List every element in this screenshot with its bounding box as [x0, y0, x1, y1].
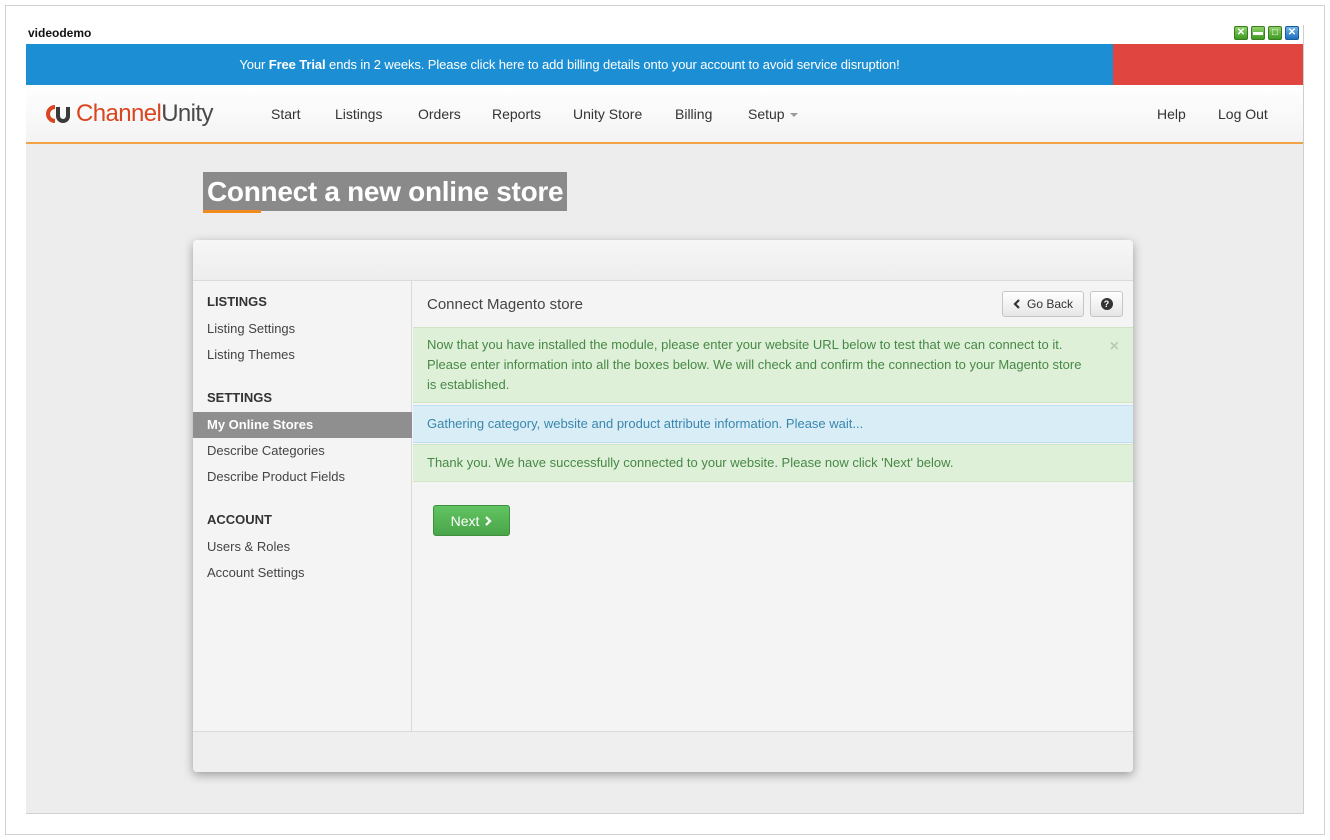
trial-banner[interactable]: Your Free Trial ends in 2 weeks. Please … — [26, 44, 1303, 85]
channelunity-logo[interactable]: ChannelUnity — [44, 100, 213, 128]
sidebar-item-listing-themes[interactable]: Listing Themes — [207, 347, 295, 362]
success-alert: Thank you. We have successfully connecte… — [413, 444, 1133, 482]
success-message: Thank you. We have successfully connecte… — [427, 455, 954, 470]
sidebar-item-account-settings[interactable]: Account Settings — [207, 565, 305, 580]
logo-text-channel: Channel — [76, 100, 162, 127]
nav-orders[interactable]: Orders — [418, 106, 461, 122]
nav-unity-store[interactable]: Unity Store — [573, 106, 642, 122]
close-icon[interactable]: ✕ — [1285, 26, 1299, 40]
panel-footer — [193, 731, 1133, 772]
maximize-icon[interactable]: □ — [1268, 26, 1282, 40]
trial-text-suffix: ends in 2 weeks. Please click here to ad… — [325, 57, 900, 72]
nav-billing[interactable]: Billing — [675, 106, 712, 122]
trial-text-bold: Free Trial — [268, 57, 326, 72]
sidebar-heading-account: ACCOUNT — [207, 512, 272, 527]
content-title: Connect Magento store — [427, 296, 583, 313]
nav-setup-menu[interactable]: Setup — [748, 106, 798, 122]
logo-mark-icon — [46, 105, 70, 123]
instructions-line-3: is established. — [427, 377, 510, 392]
window-controls: ✕ ▬ □ ✕ — [1234, 26, 1299, 40]
chevron-right-icon — [485, 515, 492, 526]
sidebar-item-listing-settings[interactable]: Listing Settings — [207, 321, 295, 336]
nav-listings[interactable]: Listings — [335, 106, 382, 122]
go-back-button[interactable]: Go Back — [1002, 291, 1084, 317]
caret-down-icon — [789, 113, 798, 118]
app-window: videodemo ✕ ▬ □ ✕ Your Free Trial ends i… — [26, 25, 1304, 814]
chevron-left-icon — [1013, 299, 1020, 309]
go-back-label: Go Back — [1026, 297, 1074, 311]
instructions-line-1: Now that you have installed the module, … — [427, 337, 1063, 352]
page-title-underline — [203, 210, 261, 213]
page-title: Connect a new online store — [203, 172, 568, 211]
close-alert-icon[interactable]: × — [1110, 337, 1119, 357]
sidebar-heading-listings: LISTINGS — [207, 294, 267, 309]
question-icon: ? — [1100, 298, 1113, 310]
trial-banner-accent — [1113, 44, 1303, 85]
expand-icon[interactable]: ✕ — [1234, 26, 1248, 40]
trial-text-prefix: Your — [239, 57, 269, 72]
instructions-line-2: Please enter information into all the bo… — [427, 357, 1082, 372]
sidebar-item-describe-categories[interactable]: Describe Categories — [207, 443, 325, 458]
logo-text-unity: Unity — [161, 100, 213, 127]
sidebar-item-my-online-stores[interactable]: My Online Stores — [193, 412, 412, 438]
nav-logout[interactable]: Log Out — [1218, 106, 1268, 122]
next-label: Next — [450, 512, 480, 529]
window-bottom-edge — [26, 813, 1303, 814]
window-titlebar: videodemo ✕ ▬ □ ✕ — [26, 25, 1303, 44]
minimize-icon[interactable]: ▬ — [1251, 26, 1265, 40]
nav-setup-label: Setup — [748, 106, 785, 122]
content-area: Connect Magento store Go Back ? Now that… — [413, 281, 1133, 731]
sidebar-heading-settings: SETTINGS — [207, 390, 273, 405]
next-button[interactable]: Next — [433, 505, 510, 536]
nav-start[interactable]: Start — [271, 106, 301, 122]
settings-sidebar: LISTINGS Listing Settings Listing Themes… — [193, 281, 412, 731]
sidebar-item-users-roles[interactable]: Users & Roles — [207, 539, 290, 554]
window-title: videodemo — [28, 26, 92, 40]
sidebar-item-describe-product-fields[interactable]: Describe Product Fields — [207, 469, 345, 484]
main-panel: LISTINGS Listing Settings Listing Themes… — [193, 240, 1133, 772]
nav-help[interactable]: Help — [1157, 106, 1186, 122]
panel-header — [193, 240, 1133, 281]
nav-reports[interactable]: Reports — [492, 106, 541, 122]
progress-alert: Gathering category, website and product … — [413, 405, 1133, 443]
progress-message: Gathering category, website and product … — [427, 416, 864, 431]
top-navbar: ChannelUnity Start Listings Orders Repor… — [26, 85, 1303, 144]
trial-banner-message[interactable]: Your Free Trial ends in 2 weeks. Please … — [26, 44, 1113, 85]
instructions-alert: Now that you have installed the module, … — [413, 327, 1133, 403]
help-button[interactable]: ? — [1090, 291, 1123, 317]
